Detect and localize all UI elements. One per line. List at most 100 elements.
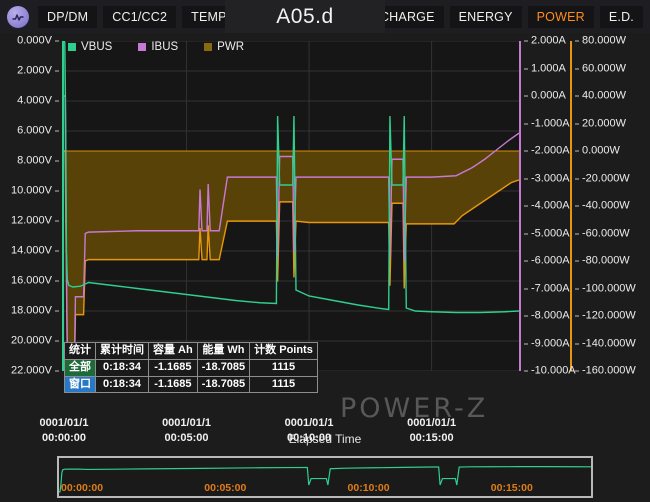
col-header-elapsed: 累计时间 [95,342,149,360]
axis-tick-mark [55,40,59,42]
axis-tick-mark [575,370,579,372]
vbus-tick-label: 12.000V [11,214,52,227]
axis-tick-mark [524,123,528,124]
axis-tick-mark [575,95,579,97]
tab-dp-dm[interactable]: DP/DM [38,5,98,28]
axis-tick-mark [55,130,59,132]
col-header-capacity: 容量 Ah [148,342,198,360]
vbus-tick-label: 6.000V [17,124,52,137]
plot-svg [64,41,519,371]
pwr-tick-label: -40.000W [582,199,630,212]
pwr-axis-ticks: 80.000W 60.000W 40.000W 20.000W 0.000W -20.00… [574,33,650,379]
pwr-tick-label: -20.000W [582,172,630,184]
axis-tick-mark [524,150,528,152]
vbus-tick-label: 8.000V [17,154,52,167]
ibus-tick-label: -3.000A [531,172,570,184]
vbus-axis-line [62,41,64,371]
tab-energy[interactable]: ENERGY [449,5,522,28]
pwr-tick-label: 0.000W [582,144,620,157]
axis-tick-mark [524,178,528,179]
axis-tick-mark [575,205,579,207]
col-header-points: 计数 Points [249,342,318,360]
file-title-panel: A05.d [225,0,385,34]
axis-tick-mark [524,260,528,262]
statistics-table: 统计 累计时间 容量 Ah 能量 Wh 计数 Points 全部 0:18:34… [64,342,318,394]
col-header-energy: 能量 Wh [196,342,251,360]
axis-tick-mark [575,233,579,234]
cell-window-time: 0:18:34 [95,375,149,394]
tab-power[interactable]: POWER [527,5,594,28]
cell-window-points: 1115 [249,375,318,394]
pwr-tick-label: -140.000W [582,337,636,349]
ibus-tick-label: -9.000A [531,337,570,349]
timeline-navigator[interactable]: 00:00:00 00:05:00 00:10:00 00:15:00 [57,456,593,498]
ibus-tick-label: -10.000A [531,364,576,377]
navigator-tick-label: 00:05:00 [204,482,247,494]
legend-item-pwr[interactable]: PWR [204,41,244,53]
axis-tick-mark [55,100,59,102]
legend: VBUS IBUS PWR [68,41,244,53]
legend-item-ibus[interactable]: IBUS [138,41,178,53]
pwr-tick-label: -120.000W [582,309,636,322]
cell-all-capacity: -1.1685 [148,358,198,377]
navigator-tick-label: 00:10:00 [347,482,390,494]
cell-all-points: 1115 [249,358,318,377]
vbus-axis-ticks: 0.000V 2.000V 4.000V 6.000V 8.000V 10.000V 12.… [0,33,60,379]
ibus-tick-label: 2.000A [531,34,566,47]
x-tick-date: 0001/01/1 [407,417,457,429]
axis-tick-mark [55,250,59,252]
axis-tick-mark [524,343,528,344]
row-label-window: 窗口 [64,375,96,394]
cell-all-time: 0:18:34 [95,358,149,377]
axis-tick-mark [524,370,528,372]
legend-item-vbus[interactable]: VBUS [68,41,112,53]
axis-tick-mark [575,68,579,69]
table-row: 全部 0:18:34 -1.1685 -18.7085 1115 [64,358,318,377]
chart-container: 0.000V 2.000V 4.000V 6.000V 8.000V 10.000V 12.… [0,33,650,424]
pwr-tick-label: -80.000W [582,254,630,267]
ibus-tick-label: -7.000A [531,282,570,294]
axis-tick-mark [55,310,59,312]
axis-tick-mark [575,150,579,152]
legend-swatch-ibus [138,43,147,51]
legend-swatch-pwr [204,43,213,51]
pwr-tick-label: 60.000W [582,62,627,74]
axis-tick-mark [524,68,528,69]
axis-tick-mark [575,315,579,317]
axis-tick-mark [524,288,528,289]
axis-tick-mark [575,343,579,344]
ibus-tick-label: -6.000A [531,254,570,267]
cell-window-capacity: -1.1685 [148,375,198,394]
vbus-tick-label: 22.000V [11,364,52,377]
axis-tick-mark [575,40,579,42]
vbus-tick-label: 20.000V [11,334,52,347]
tab-cc1-cc2[interactable]: CC1/CC2 [103,5,177,28]
col-header-stat: 统计 [64,342,96,360]
axis-tick-mark [55,340,59,342]
axis-tick-mark [524,95,528,97]
pwr-tick-label: 80.000W [582,34,627,47]
vbus-tick-label: 10.000V [11,184,52,197]
ibus-tick-label: 0.000A [531,89,566,102]
x-tick-date: 0001/01/1 [39,417,89,429]
axis-tick-mark [575,178,579,179]
axis-tick-mark [55,280,59,282]
legend-label-ibus: IBUS [151,41,179,53]
axis-tick-mark [55,370,59,372]
axis-tick-mark [524,315,528,317]
waveform-circle-icon[interactable] [7,5,29,28]
ibus-tick-label: -8.000A [531,309,570,322]
tab-ed[interactable]: E.D. [599,5,643,28]
plot-area[interactable] [64,41,519,371]
vbus-tick-label: 2.000V [17,64,52,77]
table-header-row: 统计 累计时间 容量 Ah 能量 Wh 计数 Points [64,342,318,360]
x-tick-date: 0001/01/1 [162,417,211,429]
axis-tick-mark [575,123,579,124]
pwr-tick-label: -160.000W [582,364,636,377]
x-axis-title: Elapsed Time [288,432,362,446]
table-row: 窗口 0:18:34 -1.1685 -18.7085 1115 [64,375,318,394]
ibus-axis-ticks: 2.000A 1.000A 0.000A -1.000A -2.000A -3.000A -… [523,33,576,379]
navigator-tick-label: 00:00:00 [61,482,104,494]
legend-label-pwr: PWR [217,41,245,53]
row-label-all: 全部 [64,358,96,377]
